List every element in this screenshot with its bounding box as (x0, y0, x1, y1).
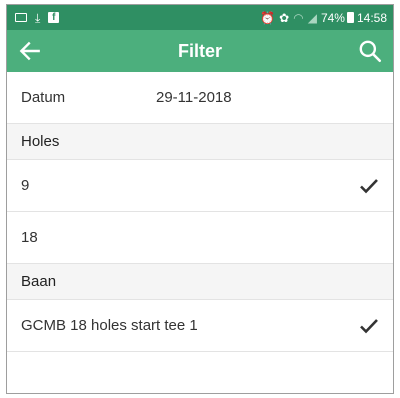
notification-icon: ✿ (279, 10, 290, 25)
holes-section-header: Holes (7, 124, 393, 160)
section-title-holes: Holes (21, 133, 60, 150)
list-item-course[interactable]: GCMB 18 holes start tee 1 (7, 300, 393, 352)
app-bar: Filter (7, 30, 393, 72)
date-label: Datum (21, 89, 66, 106)
checkmark-icon (360, 318, 378, 333)
list-item-holes-18[interactable]: 18 (7, 212, 393, 264)
checkmark-icon (360, 178, 378, 193)
battery-icon (346, 12, 354, 23)
signal-icon: ◢ (307, 10, 317, 25)
download-icon: ⤓ (35, 10, 41, 25)
status-right-icons: ⏰ ✿ ◠ ◢ 74% 14:58 (260, 11, 387, 25)
option-label: GCMB 18 holes start tee 1 (21, 317, 198, 334)
status-left-icons: ⤓ f (15, 12, 67, 24)
option-label: 18 (21, 229, 38, 246)
app-screen: ⤓ f ⏰ ✿ ◠ ◢ 74% 14:58 Filter Datum 29-11… (6, 4, 394, 394)
facebook-icon: f (48, 12, 60, 23)
list-item-holes-9[interactable]: 9 (7, 160, 393, 212)
page-title: Filter (177, 40, 222, 61)
image-icon (15, 13, 27, 22)
clock: 14:58 (356, 10, 387, 25)
option-label: 9 (21, 177, 30, 194)
status-bar: ⤓ f ⏰ ✿ ◠ ◢ 74% 14:58 (7, 5, 393, 30)
battery-percent: 74% (320, 10, 345, 25)
search-icon[interactable] (357, 38, 383, 64)
wifi-icon: ◠ (293, 10, 304, 25)
date-row[interactable]: Datum 29-11-2018 (7, 72, 393, 124)
course-section-header: Baan (7, 264, 393, 300)
arrow-left-icon[interactable] (17, 38, 43, 64)
section-title-baan: Baan (21, 273, 57, 290)
date-value: 29-11-2018 (156, 89, 232, 106)
alarm-icon: ⏰ (260, 10, 276, 25)
